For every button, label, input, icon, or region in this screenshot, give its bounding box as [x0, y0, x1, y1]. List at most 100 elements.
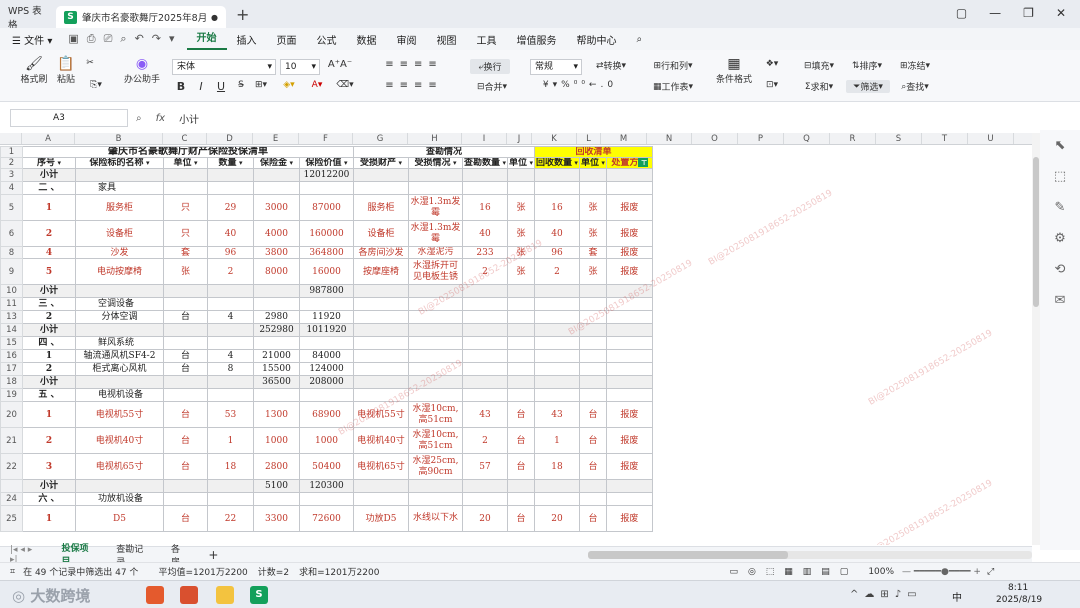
row-header[interactable]: 1 — [0, 146, 23, 158]
row-header[interactable]: 3 — [0, 168, 23, 182]
cell[interactable]: 报废 — [605, 453, 653, 480]
col-header[interactable]: D — [207, 133, 253, 144]
cell[interactable]: 台 — [507, 401, 535, 428]
recovery-section-title[interactable]: 回收清单 — [533, 146, 653, 158]
filter-dropdown-icon[interactable]: ▾ — [342, 159, 348, 168]
cell[interactable] — [408, 388, 463, 402]
cell[interactable]: 分体空调 — [75, 310, 164, 324]
cell[interactable] — [462, 284, 508, 298]
row-header[interactable]: 13 — [0, 310, 23, 324]
cell[interactable]: 报废 — [605, 258, 653, 285]
cell[interactable] — [353, 388, 409, 402]
cell[interactable]: 2 — [22, 362, 76, 376]
cell[interactable]: D5 — [75, 505, 164, 532]
cell[interactable]: 3300 — [253, 505, 300, 532]
row-header[interactable]: 8 — [0, 246, 23, 259]
cell[interactable] — [408, 362, 463, 376]
strikethrough-icon[interactable]: S̶ — [234, 80, 248, 90]
rows-cols-button[interactable]: ⊞ 行和列 ▾ — [646, 59, 700, 73]
cell[interactable] — [207, 375, 254, 389]
cell[interactable]: 2 — [22, 427, 76, 454]
col-header[interactable]: F — [299, 133, 353, 144]
menu-file[interactable]: ☰ 文件 ▾ — [0, 32, 62, 47]
filter-dropdown-icon[interactable]: ▾ — [451, 159, 457, 168]
cell[interactable] — [507, 297, 535, 311]
cell[interactable] — [578, 168, 607, 182]
sheet-title[interactable]: 肇庆市名豪歌舞厅财产保险投保清单 — [22, 146, 354, 158]
font-size-adjust[interactable]: A⁺A⁻ — [326, 59, 354, 70]
cell[interactable] — [578, 323, 607, 337]
filter-dropdown-icon[interactable]: ▾ — [192, 159, 198, 168]
menu-review[interactable]: 审阅 — [387, 32, 427, 47]
cell[interactable]: 1 — [22, 194, 76, 221]
taskbar-app-spreadsheet[interactable]: S — [250, 586, 268, 604]
merge-button[interactable]: ⊟ 合并 ▾ — [470, 80, 514, 94]
cell[interactable] — [533, 284, 580, 298]
cell[interactable]: 台 — [507, 453, 535, 480]
cell[interactable] — [253, 336, 300, 350]
settings-icon[interactable]: ⚙ — [1054, 231, 1066, 246]
chat-icon[interactable]: ✉ — [1055, 293, 1066, 308]
cell[interactable]: 电视机55寸 — [75, 401, 164, 428]
cell[interactable]: 40 — [207, 220, 254, 247]
cell[interactable]: 小计 — [22, 284, 76, 298]
cell[interactable] — [75, 168, 164, 182]
col-header[interactable]: P — [738, 133, 784, 144]
redo-icon[interactable]: ↷ — [152, 32, 161, 46]
cell[interactable]: 4 — [22, 246, 76, 259]
cell[interactable] — [253, 388, 300, 402]
cell[interactable] — [578, 181, 607, 195]
cell[interactable]: 水湿10cm,高51cm — [408, 401, 463, 428]
cell[interactable] — [207, 323, 254, 337]
cell-style-icon[interactable]: ❖▾ — [760, 59, 784, 69]
cell[interactable] — [605, 336, 653, 350]
cell[interactable]: 台 — [507, 427, 535, 454]
col-header[interactable]: Q — [784, 133, 830, 144]
cell[interactable]: 五 、 — [22, 388, 76, 402]
row-header[interactable]: 24 — [0, 492, 23, 506]
macro-icon[interactable]: ⌗ — [10, 567, 15, 577]
cell[interactable] — [253, 168, 300, 182]
zoom-level[interactable]: 100% — [868, 567, 894, 577]
cell[interactable] — [462, 479, 508, 493]
cell[interactable]: 台 — [163, 310, 208, 324]
col-header[interactable]: N — [647, 133, 692, 144]
cell[interactable] — [605, 388, 653, 402]
cell[interactable] — [353, 284, 409, 298]
cell[interactable] — [299, 388, 354, 402]
cell[interactable]: 三 、 — [22, 297, 76, 311]
vertical-scrollbar[interactable] — [1032, 133, 1040, 545]
cell[interactable]: 3800 — [253, 246, 300, 259]
cell[interactable]: 5100 — [253, 479, 300, 493]
cell[interactable] — [533, 479, 580, 493]
cell[interactable]: 16 — [462, 194, 508, 221]
row-header[interactable]: 15 — [0, 336, 23, 350]
save-icon[interactable]: ▣ — [68, 32, 78, 46]
col-header[interactable]: K — [532, 133, 577, 144]
cell[interactable]: 沙发 — [75, 246, 164, 259]
conditional-format-button[interactable]: ▦ 条件格式 — [708, 56, 760, 85]
filter-dropdown-icon[interactable]: ▾ — [599, 159, 605, 168]
cell[interactable]: 水湿25cm,高90cm — [408, 453, 463, 480]
cell[interactable] — [299, 492, 354, 506]
font-size-select[interactable]: 10 ▾ — [280, 59, 320, 75]
cell[interactable]: 电视机65寸 — [75, 453, 164, 480]
column-header-cell[interactable]: 受损情况 ▾ — [408, 157, 463, 169]
cell[interactable]: 报废 — [605, 427, 653, 454]
paint-icon[interactable]: ✎ — [1055, 200, 1066, 215]
cell[interactable] — [507, 310, 535, 324]
cell[interactable]: 96 — [207, 246, 254, 259]
cell[interactable] — [533, 362, 580, 376]
export-pdf-icon[interactable]: ⎙ — [87, 32, 96, 46]
cell[interactable]: 四 、 — [22, 336, 76, 350]
cell[interactable]: 3 — [22, 453, 76, 480]
cell[interactable] — [507, 362, 535, 376]
column-header-cell[interactable]: 数量 ▾ — [207, 157, 254, 169]
cell[interactable] — [605, 168, 653, 182]
cell[interactable] — [163, 479, 208, 493]
cell[interactable]: 电视机设备 — [75, 388, 164, 402]
cell[interactable]: 台 — [507, 505, 535, 532]
cell[interactable]: 水湿10cm,高51cm — [408, 427, 463, 454]
cell[interactable]: 家具 — [75, 181, 164, 195]
col-header[interactable]: G — [353, 133, 408, 144]
